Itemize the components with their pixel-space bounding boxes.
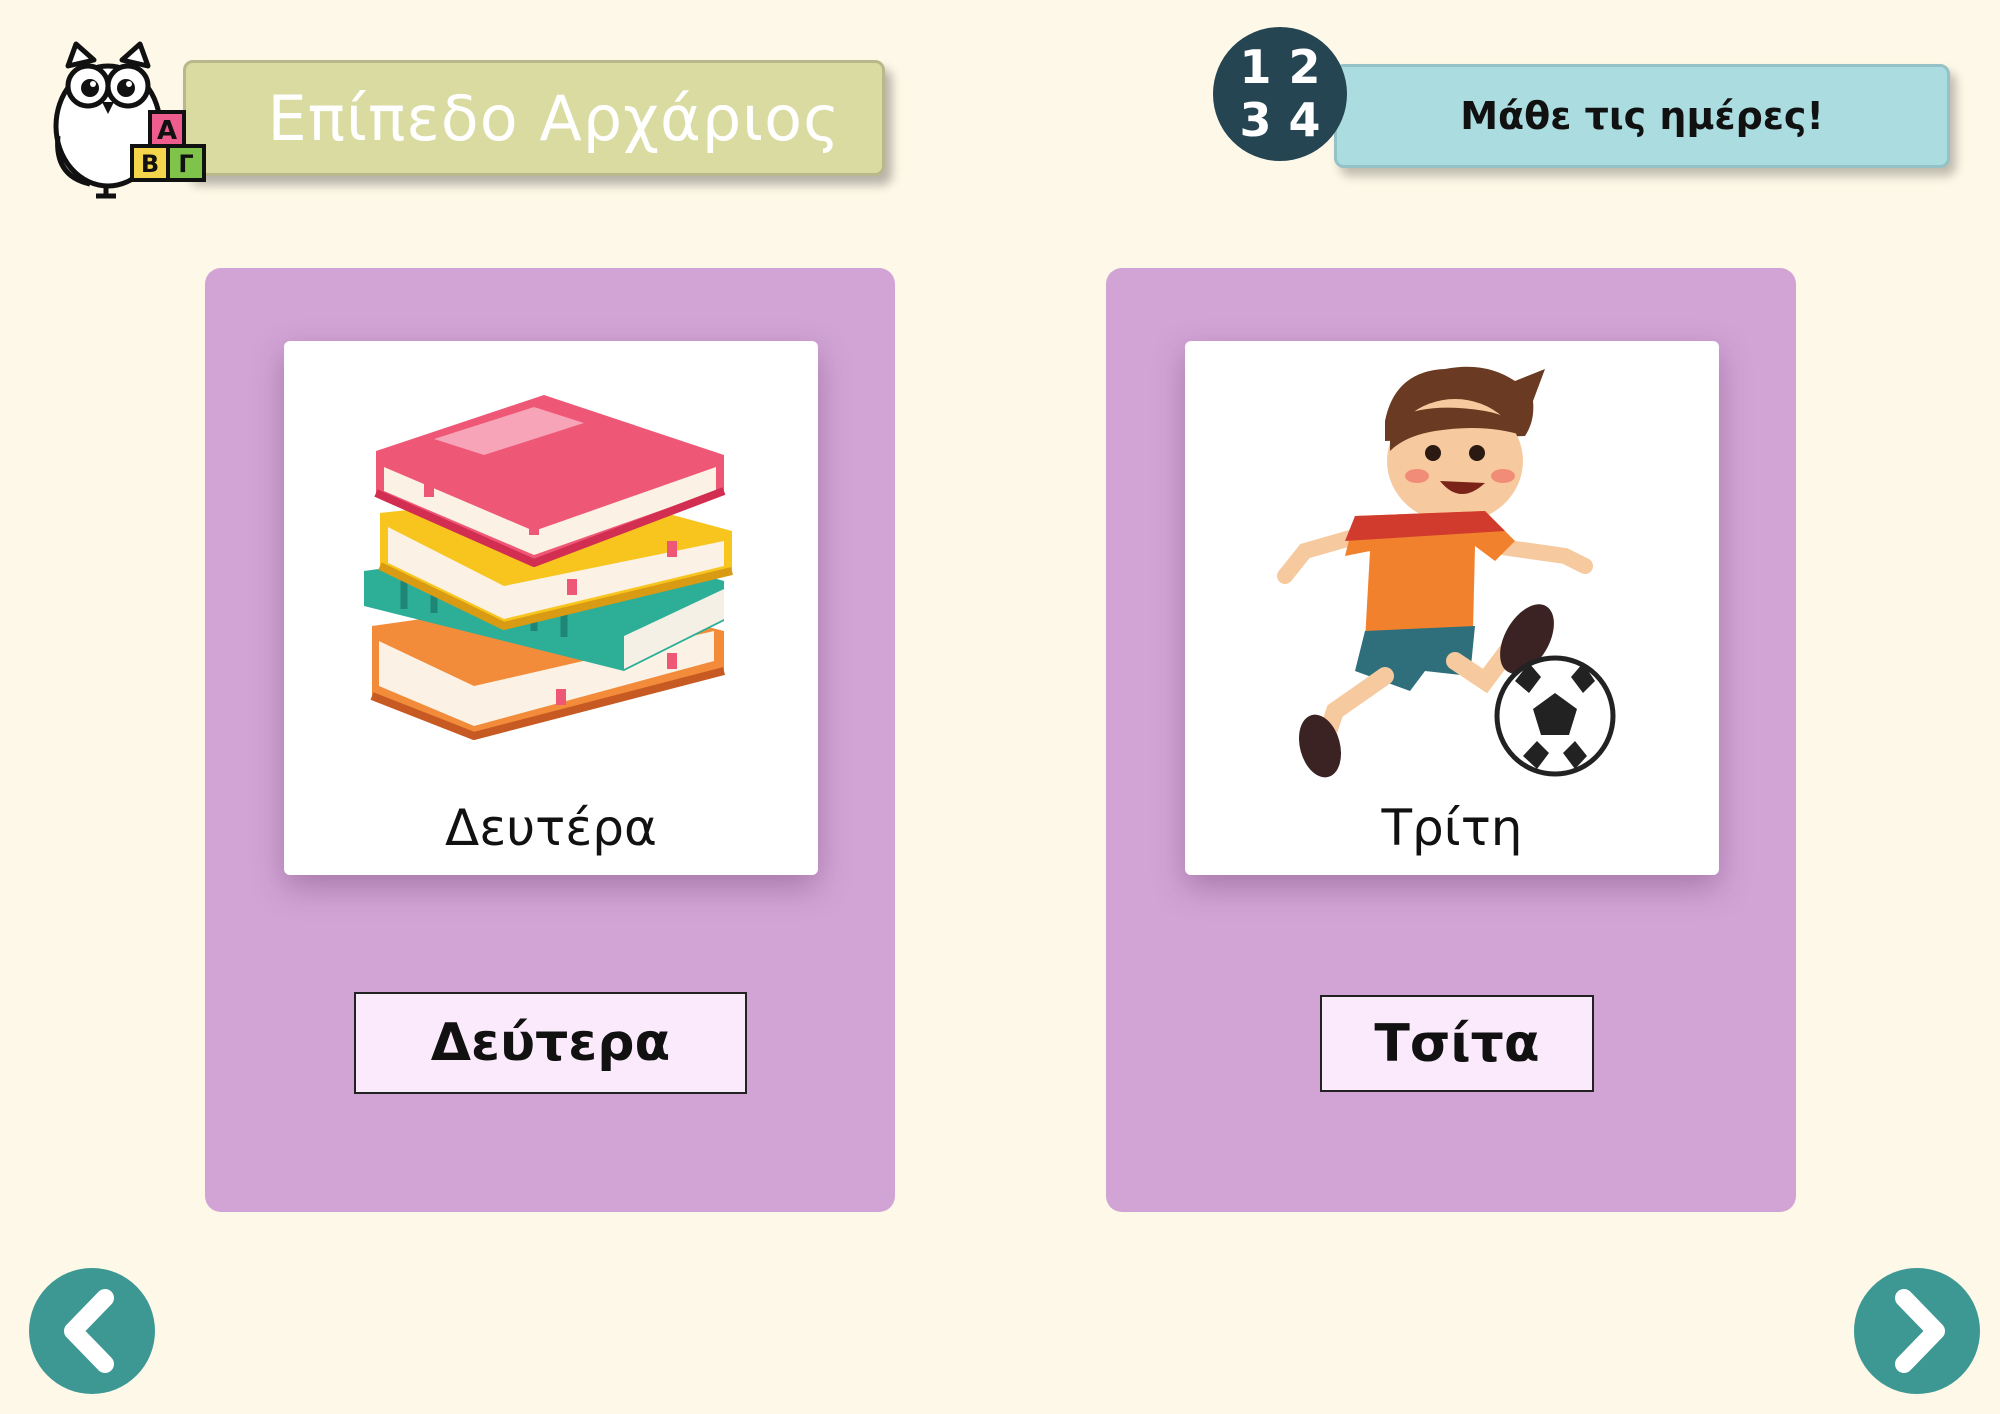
numbers-badge-icon: 1 2 3 4 — [1213, 27, 1347, 161]
next-button[interactable] — [1854, 1268, 1980, 1394]
picture-box: Δευτέρα — [284, 341, 818, 875]
level-title: Επίπεδο Αρχάριος — [267, 81, 841, 155]
topic-banner: Μάθε τις ημέρες! — [1334, 64, 1950, 168]
badge-digit: 1 — [1239, 40, 1272, 94]
picture-caption: Τρίτη — [1381, 799, 1523, 857]
flashcard-tuesday[interactable]: Τρίτη Τσίτα — [1106, 268, 1796, 1212]
level-banner: Επίπεδο Αρχάριος — [183, 60, 885, 176]
stack-of-books-icon — [364, 395, 733, 740]
badge-digit: 4 — [1288, 93, 1321, 147]
previous-button[interactable] — [29, 1268, 155, 1394]
answer-box[interactable]: Δεύτερα — [354, 992, 747, 1094]
badge-digit: 3 — [1239, 93, 1272, 147]
picture-box: Τρίτη — [1185, 341, 1719, 875]
badge-digit: 2 — [1288, 40, 1321, 94]
owl-logo-icon: A B Γ — [53, 41, 206, 199]
answer-box[interactable]: Τσίτα — [1320, 995, 1594, 1092]
logo-letter-b: B — [141, 150, 159, 178]
chevron-right-icon — [1895, 1289, 1945, 1373]
boy-playing-football-icon — [1277, 366, 1616, 778]
flashcard-monday[interactable]: Δευτέρα Δεύτερα — [205, 268, 895, 1212]
picture-caption: Δευτέρα — [445, 799, 657, 857]
chevron-left-icon — [64, 1289, 114, 1373]
logo-letter-g: Γ — [178, 150, 193, 178]
topic-title: Μάθε τις ημέρες! — [1460, 94, 1824, 138]
logo-letter-a: A — [157, 116, 177, 146]
